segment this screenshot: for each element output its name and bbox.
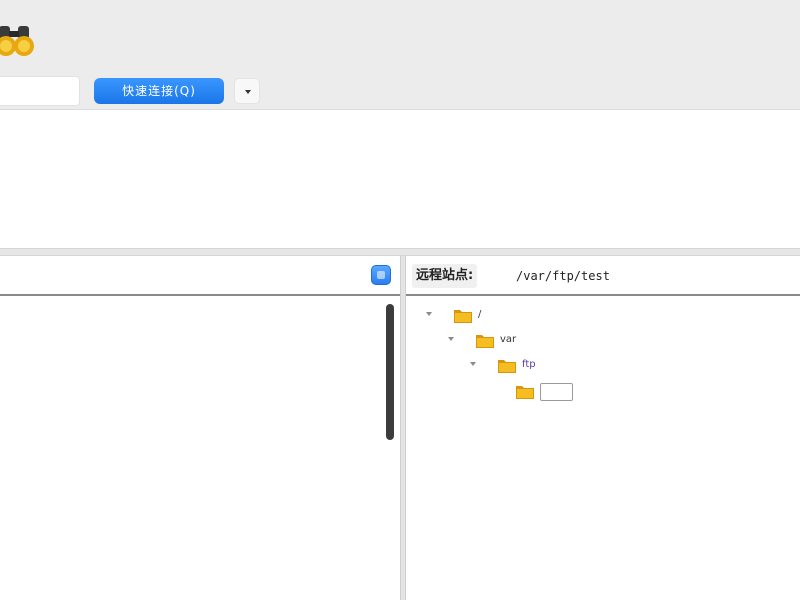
folder-icon xyxy=(516,386,534,399)
tree-node-var[interactable]: var xyxy=(448,329,568,353)
quickconnect-button[interactable]: 快速连接(Q) xyxy=(94,78,224,104)
quickconnect-dropdown-button[interactable] xyxy=(234,78,260,104)
toolbar: 快速连接(Q) xyxy=(0,0,800,110)
remote-path-field[interactable]: /var/ftp/test xyxy=(516,264,610,288)
message-log[interactable] xyxy=(0,110,800,248)
tree-node-label: / xyxy=(478,309,482,320)
expand-toggle-icon[interactable] xyxy=(470,362,476,366)
chevron-down-icon xyxy=(245,90,251,94)
remote-site-label: 远程站点: xyxy=(412,264,478,288)
expand-toggle-icon[interactable] xyxy=(426,312,432,316)
binoculars-icon[interactable] xyxy=(0,22,36,58)
folder-icon xyxy=(476,335,494,348)
remote-directory-tree[interactable]: / var ftp xyxy=(406,298,800,600)
local-scrollbar[interactable] xyxy=(386,304,394,440)
tree-node-label: var xyxy=(500,334,517,345)
remote-site-pane: 远程站点: /var/ftp/test / var ftp xyxy=(406,256,800,600)
local-site-pane xyxy=(0,256,400,600)
local-path-dropdown-icon[interactable] xyxy=(371,265,391,285)
folder-icon xyxy=(454,310,472,323)
tree-node-root[interactable]: / xyxy=(426,304,546,328)
tree-node-label: ftp xyxy=(522,359,536,370)
tree-node-ftp[interactable]: ftp xyxy=(470,354,590,378)
remote-site-header: 远程站点: /var/ftp/test xyxy=(406,256,800,296)
host-input[interactable] xyxy=(0,76,80,106)
local-site-header xyxy=(0,256,400,296)
folder-icon xyxy=(498,360,516,373)
local-directory-tree[interactable] xyxy=(0,298,384,600)
folder-name-edit-input[interactable] xyxy=(540,383,573,401)
expand-toggle-icon[interactable] xyxy=(448,337,454,341)
tree-node-new-folder[interactable] xyxy=(514,380,634,404)
horizontal-splitter[interactable] xyxy=(0,248,800,256)
